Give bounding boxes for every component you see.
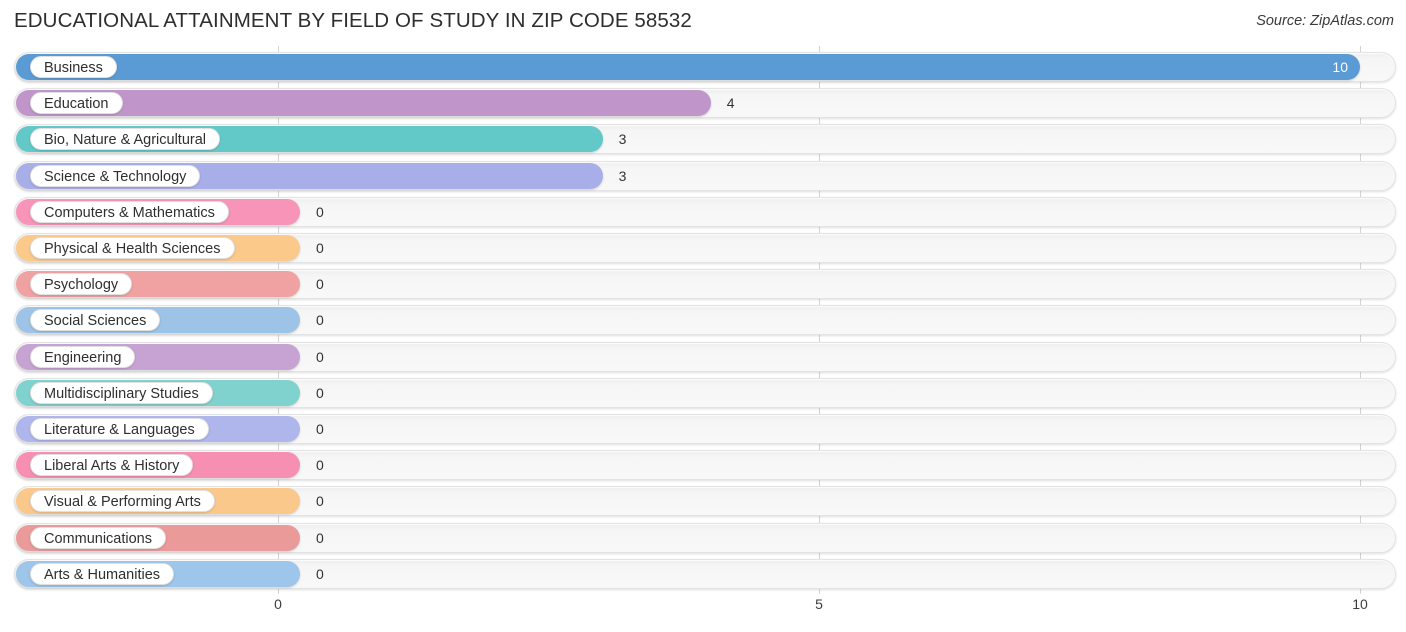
chart-row[interactable]: 0 Engineering bbox=[14, 341, 1396, 372]
chart-row[interactable]: 0 Arts & Humanities bbox=[14, 558, 1396, 589]
chart-row[interactable]: 0 Multidisciplinary Studies bbox=[14, 377, 1396, 408]
category-label: Physical & Health Sciences bbox=[30, 237, 235, 259]
chart-row[interactable]: 0 Psychology bbox=[14, 269, 1396, 300]
category-label: Engineering bbox=[30, 345, 136, 368]
bar-value-label: 10 bbox=[1332, 59, 1348, 75]
chart-plot-area: 10 Business 4 Education 3 Bio, Nature & Agric… bbox=[0, 46, 1406, 594]
x-axis: 0 5 10 bbox=[0, 594, 1406, 632]
bar-value-label: 0 bbox=[316, 529, 324, 546]
bar-value-label: 0 bbox=[316, 348, 324, 365]
chart-row[interactable]: 3 Bio, Nature & Agricultural bbox=[14, 124, 1396, 155]
bar-value-label: 3 bbox=[618, 131, 627, 148]
bar[interactable]: 10 bbox=[16, 54, 1360, 80]
bar-value-label: 3 bbox=[618, 167, 627, 184]
bar-value-label: 0 bbox=[316, 240, 324, 256]
chart-row[interactable]: 0 Liberal Arts & History bbox=[14, 450, 1396, 481]
category-label: Communications bbox=[30, 526, 166, 549]
category-label: Science & Technology bbox=[30, 164, 201, 187]
chart-row[interactable]: 0 Communications bbox=[14, 522, 1396, 553]
chart-row[interactable]: 0 Physical & Health Sciences bbox=[14, 233, 1396, 263]
bar-value-label: 0 bbox=[316, 457, 324, 474]
chart-row[interactable]: 0 Social Sciences bbox=[14, 305, 1396, 336]
chart-row[interactable]: 3 Science & Technology bbox=[14, 160, 1396, 191]
page-title: EDUCATIONAL ATTAINMENT BY FIELD OF STUDY… bbox=[14, 9, 692, 32]
bar-value-label: 0 bbox=[316, 493, 324, 510]
bar-value-label: 4 bbox=[726, 95, 735, 112]
bar-value-label: 0 bbox=[316, 384, 324, 401]
bar-value-label: 0 bbox=[316, 565, 324, 582]
x-tick-label: 5 bbox=[815, 596, 823, 612]
x-tick-label: 0 bbox=[274, 596, 282, 612]
chart-header: EDUCATIONAL ATTAINMENT BY FIELD OF STUDY… bbox=[0, 0, 1406, 46]
category-label: Education bbox=[30, 92, 123, 115]
bar-value-label: 0 bbox=[316, 203, 324, 220]
chart-row[interactable]: 0 Literature & Languages bbox=[14, 414, 1396, 444]
chart-row[interactable]: 0 Computers & Mathematics bbox=[14, 196, 1396, 227]
chart-row[interactable]: 10 Business bbox=[14, 52, 1396, 82]
category-label: Multidisciplinary Studies bbox=[30, 381, 213, 404]
category-label: Bio, Nature & Agricultural bbox=[30, 128, 220, 151]
bar-value-label: 0 bbox=[316, 312, 324, 329]
category-label: Literature & Languages bbox=[30, 418, 209, 440]
bar-value-label: 0 bbox=[316, 421, 324, 437]
category-label: Arts & Humanities bbox=[30, 562, 175, 585]
source-attribution: Source: ZipAtlas.com bbox=[1256, 13, 1394, 29]
chart-row[interactable]: 4 Education bbox=[14, 88, 1396, 119]
category-label: Social Sciences bbox=[30, 309, 161, 332]
chart-row[interactable]: 0 Visual & Performing Arts bbox=[14, 486, 1396, 517]
category-label: Business bbox=[30, 56, 117, 78]
category-label: Psychology bbox=[30, 273, 133, 296]
bar-value-label: 0 bbox=[316, 276, 324, 293]
category-label: Visual & Performing Arts bbox=[30, 490, 215, 513]
x-tick-label: 10 bbox=[1352, 596, 1368, 612]
category-label: Liberal Arts & History bbox=[30, 454, 194, 477]
category-label: Computers & Mathematics bbox=[30, 200, 229, 223]
